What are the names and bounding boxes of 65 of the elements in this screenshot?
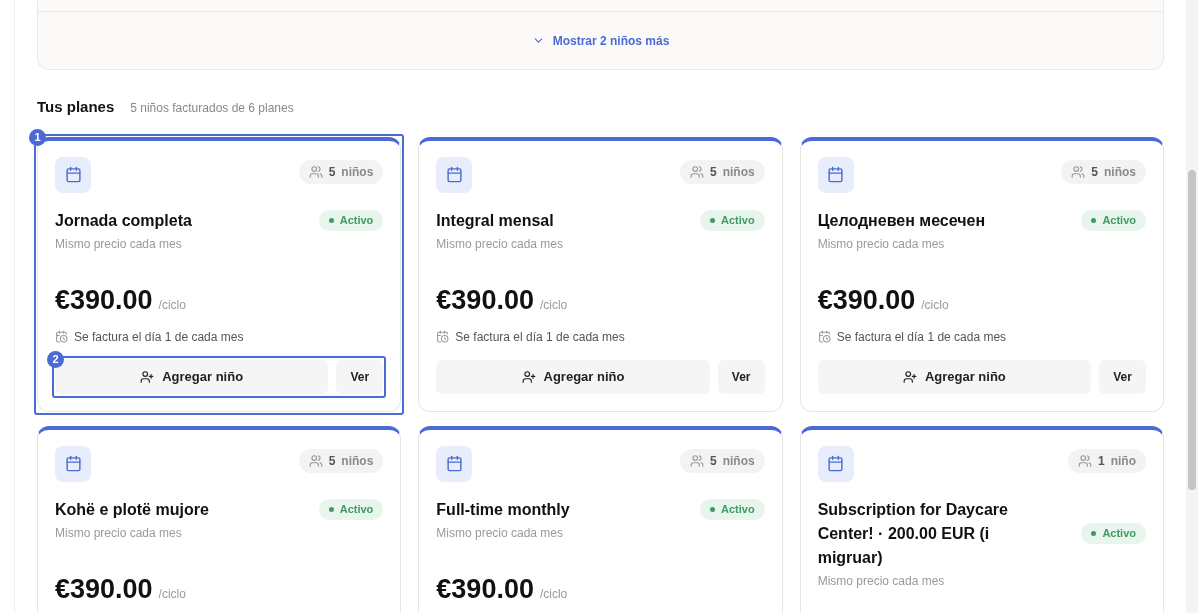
plan-title: Kohë e plotë mujore — [55, 499, 209, 520]
plan-price: €390.00 — [55, 286, 153, 314]
plan-price: €390.00 — [436, 575, 534, 603]
status-badge: Activo — [700, 499, 765, 520]
calendar-clock-icon — [436, 330, 450, 343]
price-period: /ciclo — [158, 296, 186, 314]
view-button[interactable]: Ver — [1099, 359, 1146, 394]
plan-subtitle: Mismo precio cada mes — [817, 572, 946, 590]
children-count: 5 niños — [298, 448, 384, 473]
plan-title: Full-time monthly — [436, 499, 570, 520]
section-subtitle: 5 niños facturados de 6 planes — [130, 100, 294, 117]
plan-title: Jornada completa — [55, 210, 192, 231]
plan-subtitle: Mismo precio cada mes — [55, 524, 183, 542]
users-icon — [308, 453, 323, 468]
annotation-marker: 1 — [29, 128, 46, 146]
calendar-icon — [817, 445, 854, 482]
users-icon — [308, 164, 323, 179]
billing-note: Se factura el día 1 de cada mes — [455, 328, 625, 346]
plan-subtitle: Mismo precio cada mes — [436, 235, 565, 253]
calendar-icon — [817, 156, 854, 193]
plan-price: €390.00 — [817, 286, 916, 314]
add-child-button[interactable]: Agregar niño — [436, 359, 710, 394]
calendar-icon — [55, 156, 91, 193]
children-count: 5 niños — [679, 448, 765, 473]
calendar-clock-icon — [817, 330, 831, 343]
price-period: /ciclo — [539, 585, 568, 603]
plan-subtitle: Mismo precio cada mes — [55, 235, 183, 253]
price-period: /ciclo — [921, 296, 949, 314]
children-count: 1 niño — [1068, 448, 1146, 473]
view-button[interactable]: Ver — [336, 359, 384, 394]
users-icon — [689, 453, 704, 468]
billing-note: Se factura el día 1 de cada mes — [836, 328, 1007, 346]
status-badge: Activo — [700, 210, 765, 231]
calendar-icon — [55, 445, 91, 482]
price-period: /ciclo — [539, 296, 568, 314]
users-icon — [689, 164, 704, 179]
status-badge: Activo — [318, 499, 384, 520]
users-icon — [1071, 164, 1086, 179]
children-count: 5 niños — [679, 159, 765, 184]
user-plus-icon — [902, 369, 917, 384]
calendar-icon — [436, 445, 473, 482]
plan-title: Integral mensal — [436, 210, 554, 231]
show-more-link[interactable]: Mostrar 2 niños más — [531, 31, 670, 50]
children-count: 5 niños — [298, 159, 384, 184]
section-title: Tus planes — [37, 97, 115, 117]
plan-price: €390.00 — [55, 575, 153, 603]
users-icon — [1078, 453, 1092, 468]
plan-title: Целодневен месечен — [817, 210, 986, 231]
children-count: 5 niños — [1061, 159, 1146, 184]
user-plus-icon — [140, 369, 155, 384]
annotation-marker: 2 — [47, 350, 64, 368]
view-button[interactable]: Ver — [717, 359, 765, 394]
status-badge: Activo — [318, 210, 384, 231]
calendar-icon — [436, 156, 473, 193]
plan-title: Subscription for Daycare Center! · 200.00 EUR (i migruar) — [817, 499, 1009, 568]
calendar-clock-icon — [55, 330, 68, 343]
status-badge: Activo — [1081, 523, 1146, 544]
plan-subtitle: Mismo precio cada mes — [436, 524, 565, 542]
plan-price: €390.00 — [436, 286, 534, 314]
price-period: /ciclo — [158, 585, 186, 603]
status-badge: Activo — [1081, 210, 1146, 231]
billing-note: Se factura el día 1 de cada mes — [74, 328, 244, 346]
add-child-button[interactable]: Agregar niño — [817, 359, 1091, 394]
plan-subtitle: Mismo precio cada mes — [817, 235, 946, 253]
user-plus-icon — [521, 369, 536, 384]
